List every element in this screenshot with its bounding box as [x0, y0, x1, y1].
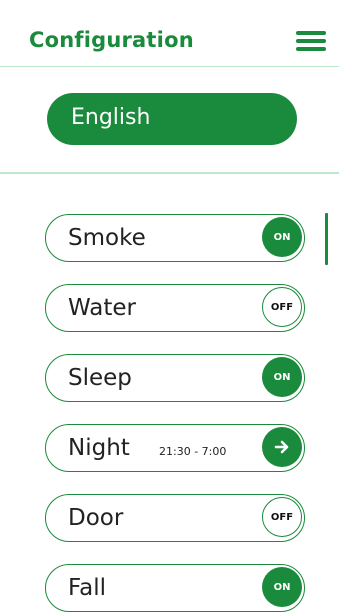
language-button[interactable]: English	[47, 93, 297, 145]
smoke-toggle[interactable]: ON	[262, 217, 302, 257]
header: Configuration	[0, 0, 339, 67]
setting-smoke[interactable]: Smoke ON	[45, 214, 305, 262]
setting-sleep[interactable]: Sleep ON	[45, 354, 305, 402]
arrow-right-icon[interactable]	[262, 427, 302, 467]
language-label: English	[71, 105, 151, 130]
setting-night[interactable]: Night 21:30 - 7:00	[45, 424, 305, 472]
menu-icon[interactable]	[296, 31, 326, 51]
sleep-toggle[interactable]: ON	[262, 357, 302, 397]
setting-label: Water	[68, 295, 136, 321]
setting-label: Smoke	[68, 225, 146, 251]
night-schedule: 21:30 - 7:00	[159, 445, 227, 458]
door-toggle[interactable]: OFF	[262, 497, 302, 537]
setting-water[interactable]: Water OFF	[45, 284, 305, 332]
setting-door[interactable]: Door OFF	[45, 494, 305, 542]
water-toggle[interactable]: OFF	[262, 287, 302, 327]
setting-fall[interactable]: Fall ON	[45, 564, 305, 612]
divider	[0, 172, 339, 174]
fall-toggle[interactable]: ON	[262, 567, 302, 607]
setting-label: Night	[68, 435, 130, 461]
page-title: Configuration	[29, 28, 194, 52]
setting-label: Fall	[68, 575, 106, 601]
scrollbar[interactable]	[325, 213, 328, 265]
setting-label: Sleep	[68, 365, 132, 391]
setting-label: Door	[68, 505, 124, 531]
